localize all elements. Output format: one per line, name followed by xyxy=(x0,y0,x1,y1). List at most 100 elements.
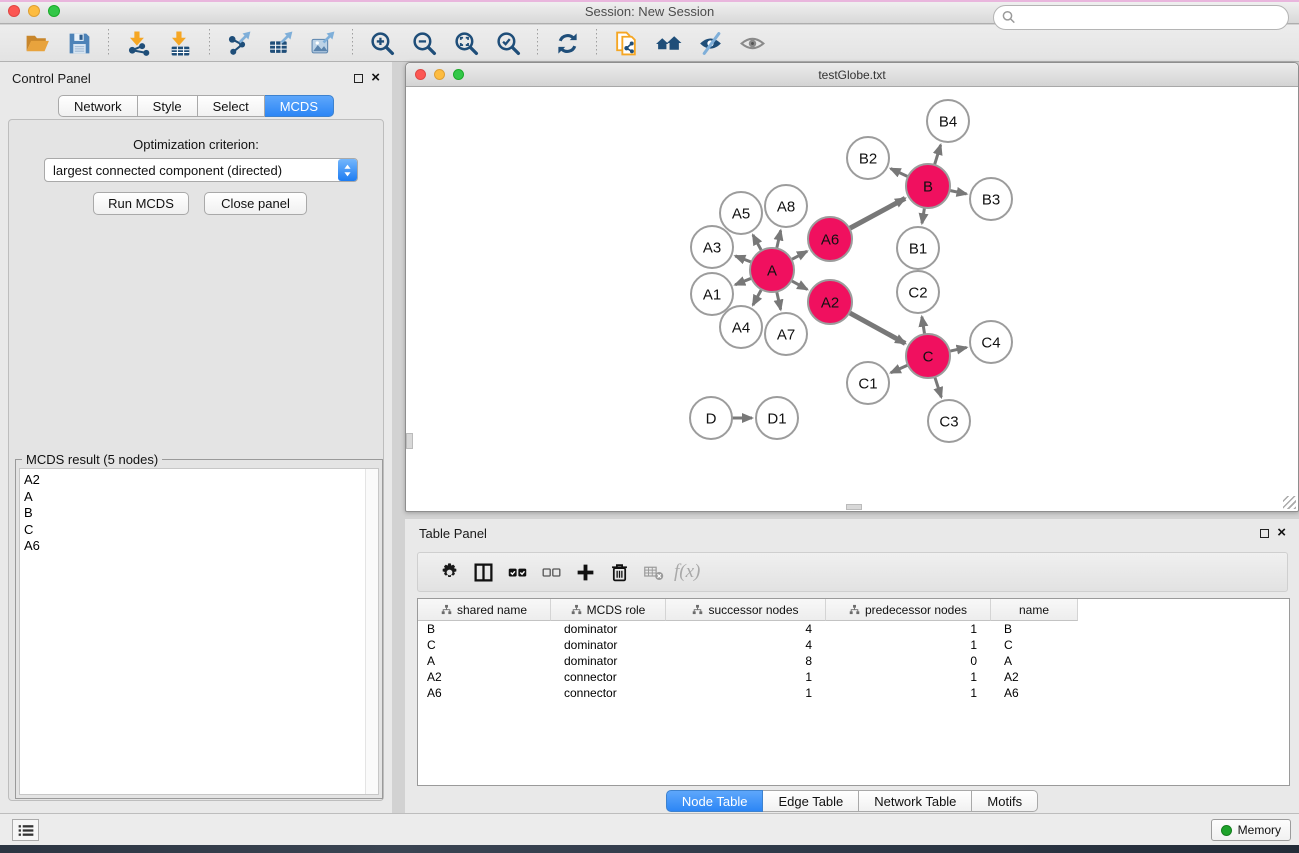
graph-edge-A-A2[interactable] xyxy=(790,280,807,289)
graph-edge-A-A4[interactable] xyxy=(753,288,762,305)
float-panel-icon[interactable] xyxy=(354,74,363,83)
network-horizontal-scrollbar[interactable] xyxy=(846,504,862,510)
delete-row-icon[interactable] xyxy=(602,557,636,587)
graph-edge-C-C4[interactable] xyxy=(948,347,966,351)
task-history-button[interactable] xyxy=(12,819,39,841)
cell-shared-name[interactable]: A6 xyxy=(418,686,551,700)
network-canvas[interactable]: B4B2BB3B1A5A8A6A3AC2A1A2A4A7C4CC1C3DD1 xyxy=(407,88,1297,511)
column-header-successor-nodes[interactable]: successor nodes xyxy=(666,599,826,621)
graph-edge-C-C1[interactable] xyxy=(891,365,909,373)
column-header-name[interactable]: name xyxy=(991,599,1078,621)
cell-MCDS-role[interactable]: connector xyxy=(551,670,666,684)
table-row[interactable]: Adominator80A xyxy=(418,653,1289,669)
tab-node-table[interactable]: Node Table xyxy=(666,790,764,812)
graph-edge-B-B4[interactable] xyxy=(934,145,940,166)
graph-edge-A-A7[interactable] xyxy=(776,291,780,310)
graph-edge-A-A3[interactable] xyxy=(735,256,752,263)
column-header-shared-name[interactable]: shared name xyxy=(418,599,551,621)
cell-name[interactable]: A6 xyxy=(991,686,1078,700)
export-network-icon[interactable] xyxy=(224,28,254,58)
graph-edge-A-A1[interactable] xyxy=(735,278,752,285)
table-row[interactable]: Bdominator41B xyxy=(418,621,1289,637)
tab-network[interactable]: Network xyxy=(58,95,138,117)
close-panel-button[interactable]: Close panel xyxy=(204,192,307,215)
search-input[interactable] xyxy=(993,5,1289,30)
graph-edge-A-A8[interactable] xyxy=(776,230,780,249)
network-vertical-scrollbar[interactable] xyxy=(406,433,413,449)
tab-edge-table[interactable]: Edge Table xyxy=(763,790,859,812)
cell-successor-nodes[interactable]: 1 xyxy=(666,670,826,684)
table-row[interactable]: A6connector11A6 xyxy=(418,685,1289,701)
cell-MCDS-role[interactable]: dominator xyxy=(551,654,666,668)
graph-edge-B-B3[interactable] xyxy=(949,190,967,194)
cell-predecessor-nodes[interactable]: 1 xyxy=(826,670,991,684)
graph-edge-A6-B[interactable] xyxy=(848,198,905,229)
import-network-icon[interactable] xyxy=(123,28,153,58)
settings-gear-icon[interactable] xyxy=(432,557,466,587)
column-selector-icon[interactable] xyxy=(466,557,500,587)
memory-button[interactable]: Memory xyxy=(1211,819,1291,841)
cell-name[interactable]: C xyxy=(991,638,1078,652)
deselect-all-checks-icon[interactable] xyxy=(534,557,568,587)
save-session-icon[interactable] xyxy=(64,28,94,58)
graph-edge-A-A5[interactable] xyxy=(753,235,762,252)
cell-predecessor-nodes[interactable]: 0 xyxy=(826,654,991,668)
cell-shared-name[interactable]: C xyxy=(418,638,551,652)
cell-MCDS-role[interactable]: connector xyxy=(551,686,666,700)
add-row-icon[interactable] xyxy=(568,557,602,587)
show-eye-icon[interactable] xyxy=(737,28,767,58)
tab-style[interactable]: Style xyxy=(138,95,198,117)
export-image-icon[interactable] xyxy=(308,28,338,58)
tab-motifs[interactable]: Motifs xyxy=(972,790,1038,812)
select-all-checks-icon[interactable] xyxy=(500,557,534,587)
graph-edge-C-C3[interactable] xyxy=(934,376,941,397)
tab-network-table[interactable]: Network Table xyxy=(859,790,972,812)
cell-shared-name[interactable]: A xyxy=(418,654,551,668)
cell-predecessor-nodes[interactable]: 1 xyxy=(826,622,991,636)
cell-predecessor-nodes[interactable]: 1 xyxy=(826,686,991,700)
zoom-selected-icon[interactable] xyxy=(493,28,523,58)
zoom-out-icon[interactable] xyxy=(409,28,439,58)
export-table-icon[interactable] xyxy=(266,28,296,58)
cell-name[interactable]: B xyxy=(991,622,1078,636)
cell-predecessor-nodes[interactable]: 1 xyxy=(826,638,991,652)
cell-successor-nodes[interactable]: 4 xyxy=(666,622,826,636)
float-table-panel-icon[interactable] xyxy=(1260,529,1269,538)
mcds-result-item[interactable]: C xyxy=(20,522,378,539)
cell-successor-nodes[interactable]: 8 xyxy=(666,654,826,668)
mcds-result-item[interactable]: A6 xyxy=(20,538,378,555)
zoom-fit-icon[interactable] xyxy=(451,28,481,58)
cell-MCDS-role[interactable]: dominator xyxy=(551,638,666,652)
table-row[interactable]: A2connector11A2 xyxy=(418,669,1289,685)
graph-edge-A2-C[interactable] xyxy=(848,312,905,343)
cell-successor-nodes[interactable]: 1 xyxy=(666,686,826,700)
hide-eye-icon[interactable] xyxy=(695,28,725,58)
resize-grip[interactable] xyxy=(1283,496,1296,509)
mcds-result-item[interactable]: B xyxy=(20,505,378,522)
mcds-list-scrollbar[interactable] xyxy=(365,469,378,794)
refresh-icon[interactable] xyxy=(552,28,582,58)
close-panel-icon[interactable]: × xyxy=(371,73,380,83)
graph-edge-C-C2[interactable] xyxy=(922,317,925,336)
tab-mcds[interactable]: MCDS xyxy=(265,95,334,117)
cell-shared-name[interactable]: A2 xyxy=(418,670,551,684)
mcds-result-item[interactable]: A xyxy=(20,489,378,506)
graph-edge-B-B1[interactable] xyxy=(922,207,925,224)
cell-name[interactable]: A xyxy=(991,654,1078,668)
cell-name[interactable]: A2 xyxy=(991,670,1078,684)
cell-MCDS-role[interactable]: dominator xyxy=(551,622,666,636)
criterion-dropdown[interactable]: largest connected component (directed) xyxy=(44,158,358,182)
column-header-MCDS-role[interactable]: MCDS role xyxy=(551,599,666,621)
open-file-icon[interactable] xyxy=(22,28,52,58)
close-table-panel-icon[interactable]: × xyxy=(1277,528,1286,538)
import-table-icon[interactable] xyxy=(165,28,195,58)
tab-select[interactable]: Select xyxy=(198,95,265,117)
graph-edge-A-A6[interactable] xyxy=(791,251,808,260)
column-header-predecessor-nodes[interactable]: predecessor nodes xyxy=(826,599,991,621)
zoom-in-icon[interactable] xyxy=(367,28,397,58)
cell-shared-name[interactable]: B xyxy=(418,622,551,636)
clone-network-icon[interactable] xyxy=(611,28,641,58)
graph-edge-B-B2[interactable] xyxy=(891,169,909,178)
table-row[interactable]: Cdominator41C xyxy=(418,637,1289,653)
home-icon[interactable] xyxy=(653,28,683,58)
